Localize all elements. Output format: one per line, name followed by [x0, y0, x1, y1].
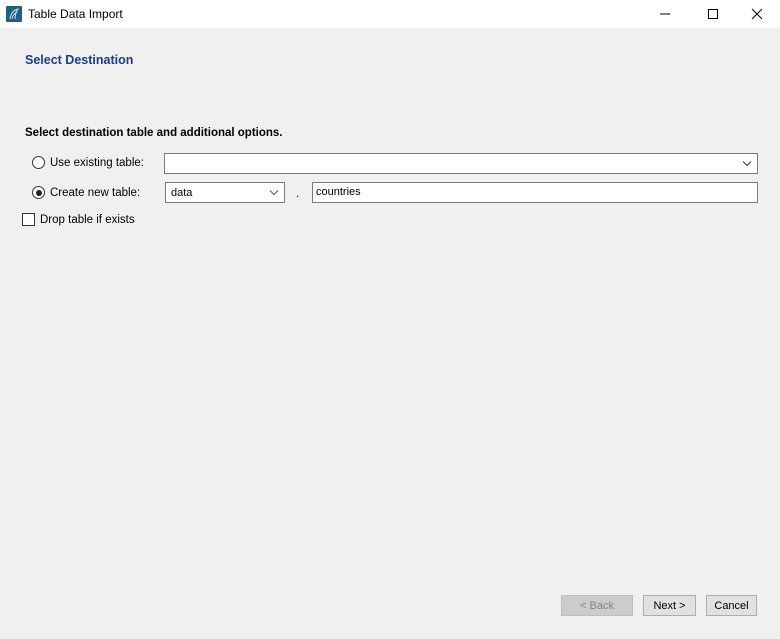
create-new-table-option[interactable]: Create new table: — [32, 186, 140, 199]
close-icon — [751, 8, 763, 20]
drop-table-checkbox[interactable] — [22, 213, 35, 226]
minimize-button[interactable] — [642, 0, 688, 28]
section-label: Select destination table and additional … — [25, 127, 283, 139]
drop-table-if-exists-option[interactable]: Drop table if exists — [22, 213, 135, 226]
chevron-down-icon — [742, 161, 752, 167]
drop-table-label: Drop table if exists — [40, 213, 135, 226]
existing-table-dropdown[interactable] — [164, 153, 758, 174]
create-new-table-label: Create new table: — [50, 186, 141, 199]
cancel-button[interactable]: Cancel — [706, 595, 757, 616]
use-existing-table-option[interactable]: Use existing table: — [32, 156, 144, 169]
maximize-icon — [708, 9, 718, 19]
maximize-button[interactable] — [690, 0, 736, 28]
minimize-icon — [660, 13, 670, 15]
close-button[interactable] — [734, 0, 780, 28]
next-button[interactable]: Next > — [643, 595, 696, 616]
new-table-name-value: countries — [316, 186, 361, 198]
use-existing-table-label: Use existing table: — [50, 156, 144, 169]
use-existing-table-radio[interactable] — [32, 156, 45, 169]
page-heading: Select Destination — [25, 53, 134, 67]
create-new-table-radio[interactable] — [32, 186, 45, 199]
title-bar: Table Data Import — [0, 0, 780, 28]
back-button[interactable]: < Back — [561, 595, 633, 616]
schema-table-separator: . — [296, 186, 300, 200]
schema-dropdown[interactable]: data — [165, 182, 285, 203]
mysql-workbench-dolphin-icon — [6, 6, 22, 22]
schema-value: data — [171, 187, 193, 199]
chevron-down-icon — [269, 190, 279, 196]
new-table-name-input[interactable]: countries — [312, 182, 758, 203]
window-title: Table Data Import — [28, 7, 123, 21]
